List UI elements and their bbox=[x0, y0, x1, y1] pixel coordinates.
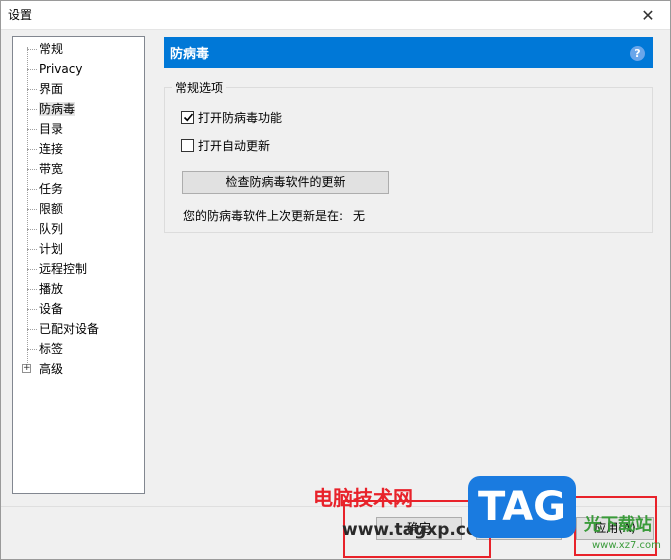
last-update-value: 无 bbox=[353, 209, 366, 223]
tree-connector bbox=[27, 289, 37, 290]
tree-connector bbox=[27, 209, 37, 210]
tree-item[interactable]: 任务 bbox=[13, 180, 63, 198]
tree-item-label: 设备 bbox=[39, 302, 64, 316]
tree-item-label: 计划 bbox=[39, 242, 64, 256]
tree-item[interactable]: 限额 bbox=[13, 200, 63, 218]
tree-item[interactable]: 标签 bbox=[13, 340, 63, 358]
checkbox-icon[interactable] bbox=[181, 111, 194, 124]
tree-item-label: 标签 bbox=[39, 342, 64, 356]
tree-connector bbox=[27, 129, 37, 130]
watermark-side-brand: 光下载站 bbox=[584, 515, 652, 535]
auto-update-label[interactable]: 打开自动更新 bbox=[198, 138, 270, 154]
tree-connector bbox=[27, 69, 37, 70]
tree-item[interactable]: 界面 bbox=[13, 80, 63, 98]
section-header: 防病毒 ? bbox=[164, 37, 653, 68]
title-bar: 设置 ✕ bbox=[0, 0, 671, 30]
tree-connector bbox=[27, 149, 37, 150]
tree-item-label: 队列 bbox=[39, 222, 64, 236]
watermark-tag-logo: TAG bbox=[468, 476, 576, 538]
help-icon[interactable]: ? bbox=[630, 46, 645, 61]
settings-tree[interactable]: 常规 Privacy 界面防病毒目录连接带宽任务限额队列计划远程控制播放设备已配对设… bbox=[12, 36, 145, 494]
section-title: 防病毒 bbox=[170, 47, 210, 62]
tree-item-label: 目录 bbox=[39, 122, 64, 136]
checkmark-icon bbox=[183, 113, 194, 122]
last-update-label: 您的防病毒软件上次更新是在: bbox=[183, 209, 344, 223]
tree-item-label: 已配对设备 bbox=[39, 322, 100, 336]
tree-item[interactable]: 带宽 bbox=[13, 160, 63, 178]
tree-item[interactable]: + 高级 bbox=[13, 360, 63, 378]
tree-item-label: 高级 bbox=[39, 362, 64, 376]
tree-item[interactable]: Privacy bbox=[13, 60, 82, 78]
tree-connector bbox=[27, 249, 37, 250]
tree-item-label: 界面 bbox=[39, 82, 64, 96]
tree-item[interactable]: 设备 bbox=[13, 300, 63, 318]
tree-item-label: 带宽 bbox=[39, 162, 64, 176]
tree-item[interactable]: 计划 bbox=[13, 240, 63, 258]
tree-item-label: 任务 bbox=[39, 182, 64, 196]
last-update-status: 您的防病毒软件上次更新是在: 无 bbox=[183, 207, 365, 224]
watermark-side-url: www.xz7.com bbox=[592, 540, 661, 551]
tree-connector bbox=[27, 169, 37, 170]
tree-item[interactable]: 已配对设备 bbox=[13, 320, 99, 338]
tree-item-label: 防病毒 bbox=[39, 102, 76, 116]
tree-connector bbox=[27, 109, 37, 110]
tree-connector bbox=[27, 329, 37, 330]
tree-item[interactable]: 远程控制 bbox=[13, 260, 87, 278]
tree-item[interactable]: 队列 bbox=[13, 220, 63, 238]
check-updates-button[interactable]: 检查防病毒软件的更新 bbox=[182, 171, 389, 194]
tree-item-label: 连接 bbox=[39, 142, 64, 156]
tree-item[interactable]: 防病毒 bbox=[13, 100, 76, 118]
checkbox-icon[interactable] bbox=[181, 139, 194, 152]
window-title: 设置 bbox=[8, 8, 33, 22]
tree-item-label: 远程控制 bbox=[39, 262, 88, 276]
tree-item-label: Privacy bbox=[39, 62, 83, 76]
tree-connector bbox=[27, 49, 37, 50]
tree-connector bbox=[27, 309, 37, 310]
tree-item[interactable]: 常规 bbox=[13, 40, 63, 58]
tree-item[interactable]: 连接 bbox=[13, 140, 63, 158]
tree-connector bbox=[27, 349, 37, 350]
watermark-site-name: 电脑技术网 bbox=[313, 486, 413, 510]
close-icon[interactable]: ✕ bbox=[625, 0, 671, 30]
tree-item[interactable]: 目录 bbox=[13, 120, 63, 138]
group-title: 常规选项 bbox=[172, 79, 227, 96]
tree-connector bbox=[27, 269, 37, 270]
expand-icon[interactable]: + bbox=[22, 364, 31, 373]
tree-item[interactable]: 播放 bbox=[13, 280, 63, 298]
tree-item-label: 限额 bbox=[39, 202, 64, 216]
tree-connector bbox=[27, 89, 37, 90]
tree-connector bbox=[27, 189, 37, 190]
tree-connector bbox=[27, 229, 37, 230]
tree-item-label: 常规 bbox=[39, 42, 64, 56]
enable-antivirus-label[interactable]: 打开防病毒功能 bbox=[198, 110, 282, 126]
tree-item-label: 播放 bbox=[39, 282, 64, 296]
